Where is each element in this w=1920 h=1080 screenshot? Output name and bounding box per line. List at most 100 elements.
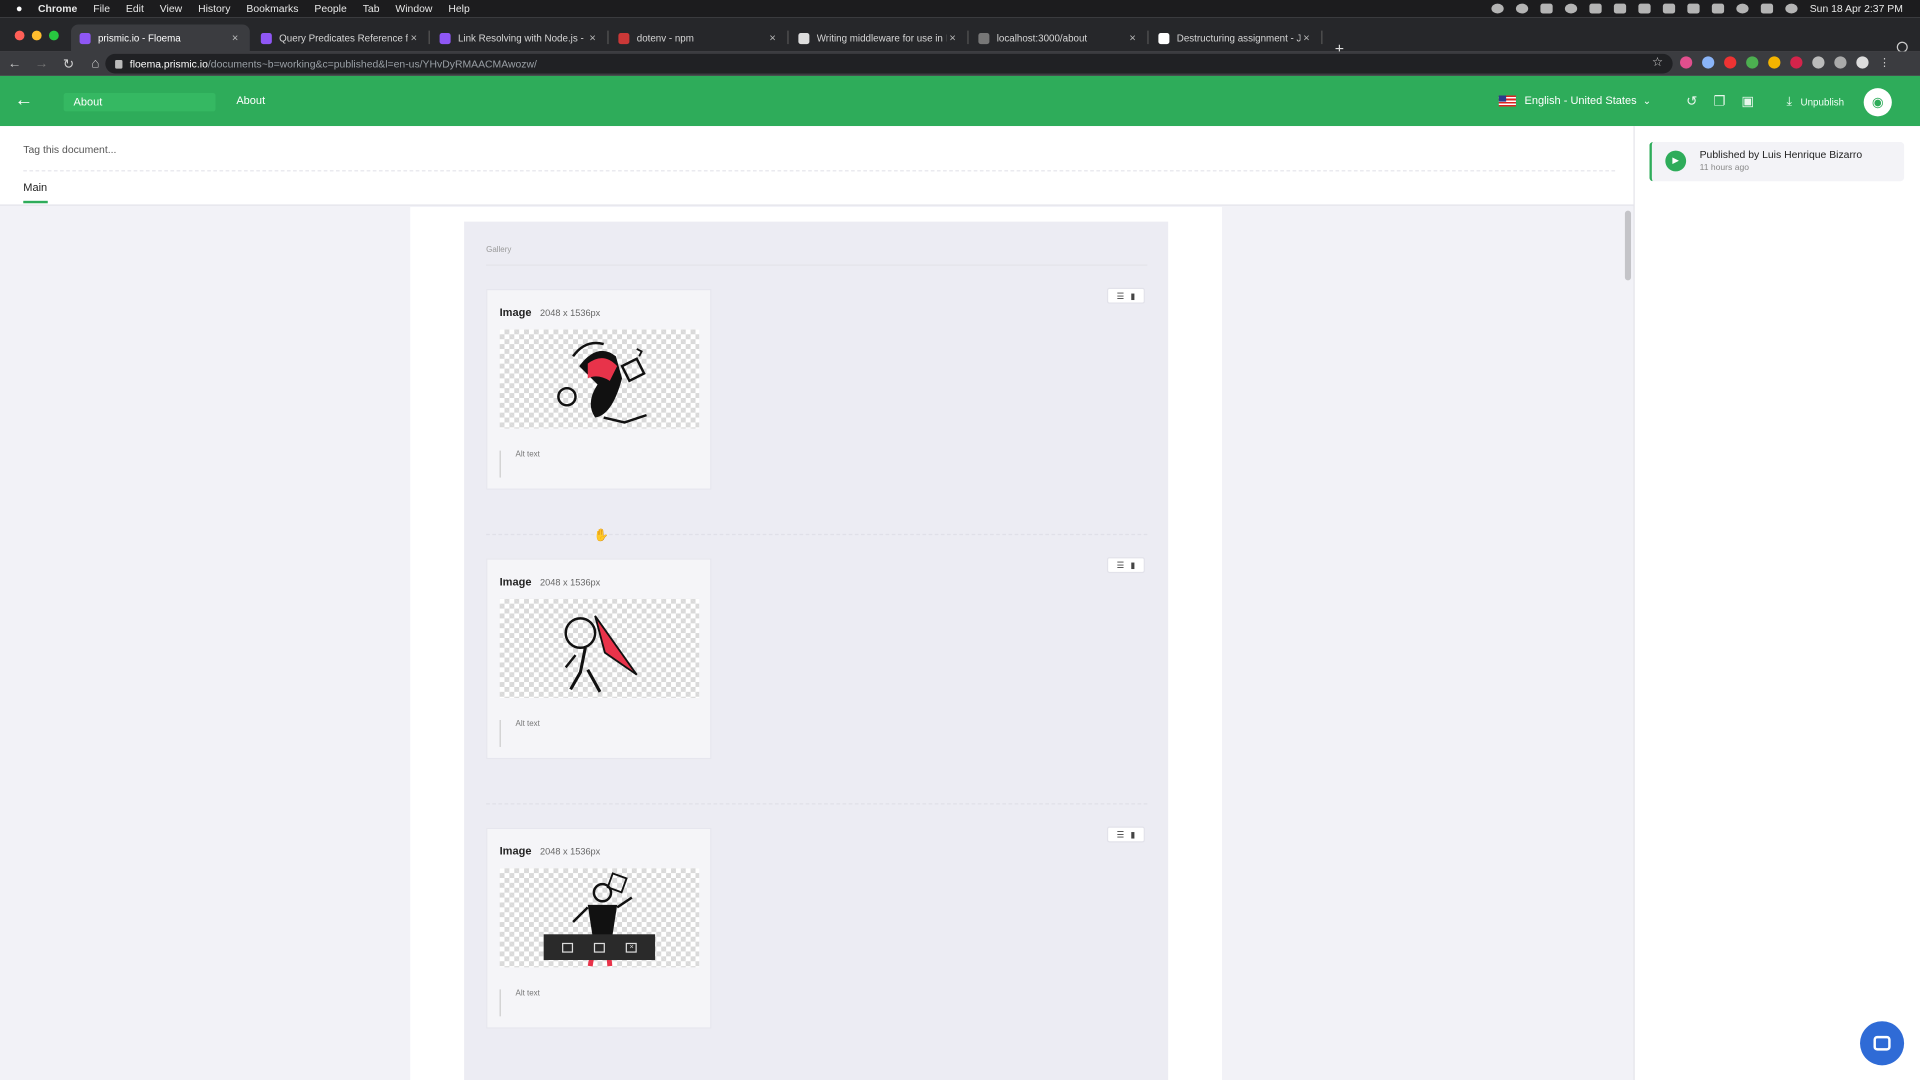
- menu-file[interactable]: File: [93, 2, 110, 14]
- extension-icon[interactable]: [1746, 56, 1759, 69]
- active-tab-indicator: [23, 200, 48, 204]
- control-center-icon[interactable]: [1760, 3, 1773, 14]
- tag-input[interactable]: Tag this document...: [23, 143, 116, 155]
- trash-icon[interactable]: ▮: [1130, 560, 1135, 570]
- extension-icon[interactable]: [1724, 56, 1737, 69]
- menubar-clock[interactable]: Sun 18 Apr 2:37 PM: [1810, 2, 1903, 14]
- illustration-image[interactable]: [499, 598, 700, 698]
- image-field-card[interactable]: Image 2048 x 1536px Alt text: [486, 288, 712, 490]
- browser-tab[interactable]: Query Predicates Reference fo ×: [252, 24, 430, 51]
- menu-edit[interactable]: Edit: [126, 2, 144, 14]
- profile-avatar[interactable]: [1856, 56, 1869, 69]
- record-icon[interactable]: [1491, 3, 1504, 14]
- document-name-input[interactable]: About: [63, 93, 216, 112]
- address-bar[interactable]: floema.prismic.io/documents~b=working&c=…: [105, 53, 1673, 74]
- shield-icon[interactable]: [1812, 56, 1825, 69]
- illustration-image[interactable]: [499, 329, 700, 429]
- extension-icon[interactable]: [1702, 56, 1715, 69]
- tab-separator: [967, 30, 969, 45]
- tab-separator: [787, 30, 789, 45]
- cloud-icon[interactable]: [1540, 3, 1553, 14]
- menu-tab[interactable]: Tab: [363, 2, 380, 14]
- scrollbar[interactable]: [1624, 210, 1632, 281]
- browser-tab[interactable]: Writing middleware for use in E ×: [790, 24, 969, 51]
- maximize-window-icon[interactable]: [48, 30, 59, 41]
- apple-icon[interactable]: ●: [16, 2, 28, 14]
- trash-icon[interactable]: ▮: [1130, 830, 1135, 840]
- browser-back-icon[interactable]: ←: [2, 56, 26, 71]
- history-icon[interactable]: ↺: [1686, 93, 1697, 109]
- close-tab-icon[interactable]: ×: [947, 32, 959, 44]
- cloud-upload-icon[interactable]: [1589, 3, 1602, 14]
- illustration-image[interactable]: ×: [499, 868, 700, 968]
- close-tab-icon[interactable]: ×: [229, 32, 241, 44]
- browser-menu-icon[interactable]: ⋮: [1878, 56, 1890, 68]
- favicon-icon: [79, 32, 91, 44]
- reload-icon[interactable]: ↻: [56, 56, 80, 72]
- extension-icon[interactable]: [1680, 56, 1693, 69]
- creative-cloud-icon[interactable]: [1515, 3, 1529, 14]
- menu-chrome[interactable]: Chrome: [38, 2, 77, 14]
- at-icon[interactable]: [1564, 3, 1578, 14]
- browser-tab[interactable]: prismic.io - Floema ×: [71, 24, 250, 52]
- image-field-card[interactable]: Image 2048 x 1536px Alt text: [486, 558, 712, 760]
- close-window-icon[interactable]: [14, 30, 25, 41]
- siri-icon[interactable]: [1785, 3, 1798, 14]
- tab-main[interactable]: Main: [23, 181, 47, 193]
- slice-controls: ☰ ▮: [1106, 557, 1145, 574]
- language-selector[interactable]: English - United States ⌄: [1498, 94, 1651, 107]
- arrow-left-icon[interactable]: ←: [15, 90, 33, 111]
- spotlight-icon[interactable]: [1736, 3, 1749, 14]
- menu-bookmarks[interactable]: Bookmarks: [246, 2, 298, 14]
- unpublish-button[interactable]: ⤓ Unpublish: [1779, 93, 1851, 111]
- alt-text-input[interactable]: Alt text: [499, 450, 540, 478]
- chat-icon[interactable]: [1860, 1021, 1905, 1066]
- lock-icon[interactable]: [115, 59, 123, 68]
- menu-window[interactable]: Window: [395, 2, 432, 14]
- browser-tab[interactable]: localhost:3000/about ×: [970, 24, 1149, 51]
- close-tab-icon[interactable]: ×: [1300, 32, 1312, 44]
- wifi-icon[interactable]: [1711, 3, 1725, 14]
- gallery-label: Gallery: [486, 246, 512, 255]
- bookmark-star-icon[interactable]: ☆: [1652, 56, 1663, 69]
- minimize-window-icon[interactable]: [31, 30, 42, 41]
- menu-help[interactable]: Help: [448, 2, 469, 14]
- alt-text-input[interactable]: Alt text: [499, 720, 540, 747]
- battery-icon[interactable]: [1662, 3, 1676, 14]
- alt-text-input[interactable]: Alt text: [499, 989, 540, 1017]
- trash-icon[interactable]: ▮: [1130, 291, 1135, 301]
- drag-handle-icon[interactable]: ☰: [1117, 560, 1125, 570]
- extension-icon[interactable]: [1790, 56, 1803, 69]
- home-icon[interactable]: ⌂: [83, 56, 107, 71]
- close-icon[interactable]: ×: [626, 942, 638, 953]
- archive-icon[interactable]: ▣: [1741, 93, 1754, 109]
- bluetooth-icon[interactable]: [1687, 3, 1700, 14]
- vpn-icon[interactable]: [1638, 3, 1651, 14]
- extension-icon[interactable]: [1768, 56, 1781, 69]
- tab-separator: [1321, 30, 1323, 45]
- language-label: English - United States: [1524, 94, 1637, 107]
- browser-tab[interactable]: dotenv - npm ×: [610, 24, 789, 51]
- publish-status-card[interactable]: ▶ Published by Luis Henrique Bizarro 11 …: [1649, 142, 1905, 182]
- image-field-card[interactable]: Image 2048 x 1536px × Alt text: [486, 827, 712, 1029]
- browser-forward-icon[interactable]: →: [29, 56, 53, 71]
- menu-people[interactable]: People: [314, 2, 346, 14]
- puzzle-icon[interactable]: [1834, 56, 1847, 69]
- download-icon: ⤓: [1786, 95, 1792, 109]
- close-tab-icon[interactable]: ×: [767, 32, 779, 44]
- browser-tab[interactable]: Destructuring assignment - Ja ×: [1150, 24, 1323, 51]
- copy-icon[interactable]: ❐: [1713, 93, 1725, 109]
- cloud-sync-icon[interactable]: [1613, 3, 1627, 14]
- menu-view[interactable]: View: [160, 2, 182, 14]
- image-edit-icon[interactable]: [561, 942, 573, 953]
- browser-tab[interactable]: Link Resolving with Node.js - F ×: [431, 24, 609, 51]
- close-tab-icon[interactable]: ×: [1127, 32, 1139, 44]
- close-tab-icon[interactable]: ×: [408, 32, 420, 44]
- breadcrumb[interactable]: About: [236, 94, 265, 106]
- drag-handle-icon[interactable]: ☰: [1117, 291, 1125, 301]
- crop-icon[interactable]: [593, 942, 605, 953]
- drag-handle-icon[interactable]: ☰: [1117, 830, 1125, 840]
- eye-icon[interactable]: ◉: [1863, 88, 1892, 117]
- menu-history[interactable]: History: [198, 2, 230, 14]
- close-tab-icon[interactable]: ×: [587, 32, 599, 44]
